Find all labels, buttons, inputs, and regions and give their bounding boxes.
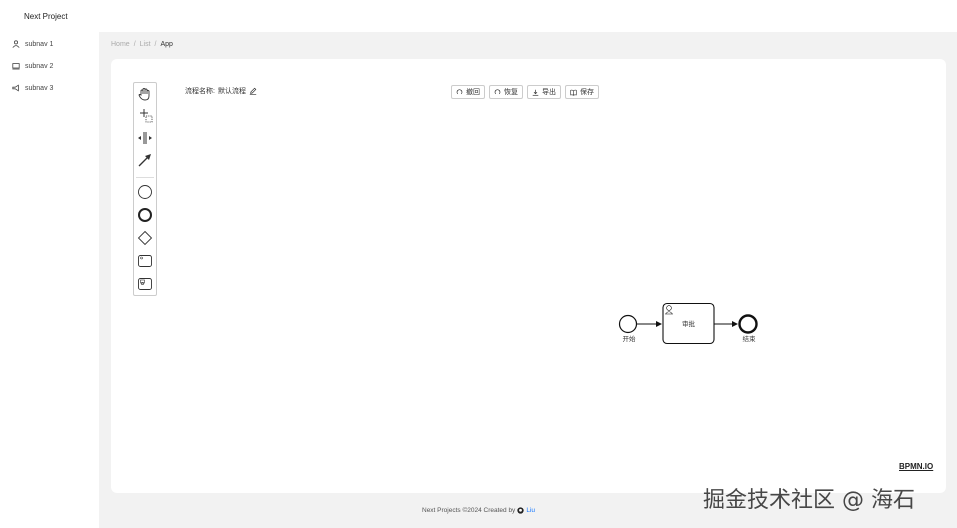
book-icon: [570, 89, 577, 96]
start-event-icon: [138, 185, 152, 199]
bpmn-diagram: 开始 审批 结束: [618, 302, 758, 345]
task-icon: [138, 255, 152, 267]
undo-icon: [456, 88, 463, 94]
laptop-icon: [12, 63, 20, 70]
process-name-label: 流程名称:: [185, 88, 215, 95]
breadcrumb-list[interactable]: List: [140, 41, 151, 48]
palette-divider: [136, 177, 154, 178]
user-task-label: 审批: [682, 319, 696, 328]
start-event[interactable]: [618, 314, 638, 334]
user-icon: [12, 40, 20, 48]
connect-tool-icon: [138, 154, 151, 167]
save-button[interactable]: 保存: [565, 85, 599, 99]
sidebar-item-label: subnav 1: [25, 40, 54, 48]
modeler-canvas[interactable]: [111, 59, 946, 493]
notification-icon: [12, 84, 19, 92]
create-start-event[interactable]: [136, 183, 154, 201]
process-name: 流程名称: 默认流程: [185, 86, 257, 96]
download-icon: [532, 89, 539, 96]
lasso-tool-icon: [140, 109, 153, 123]
lasso-tool[interactable]: [136, 107, 154, 125]
sidebar: subnav 1 subnav 2 subnav 3: [0, 32, 99, 528]
end-event-icon: [138, 208, 152, 222]
sidebar-item-label: subnav 2: [25, 62, 54, 70]
create-end-event[interactable]: [136, 206, 154, 224]
sidebar-item-subnav-1[interactable]: subnav 1: [12, 37, 53, 51]
space-tool[interactable]: [136, 129, 154, 147]
toolbar: 撤回 恢复 导出 保存: [451, 85, 599, 99]
hand-tool[interactable]: [136, 85, 154, 103]
redo-label: 恢复: [504, 89, 518, 96]
create-task[interactable]: [136, 252, 154, 270]
footer-text: Next Projects ©2024 Created by: [422, 507, 516, 514]
space-tool-icon: [138, 132, 152, 144]
github-icon: [517, 507, 524, 514]
breadcrumb-current: App: [160, 41, 173, 48]
gateway-icon: [137, 230, 153, 246]
footer-author-link[interactable]: Liu: [526, 507, 535, 514]
breadcrumb-separator: /: [133, 41, 136, 48]
sidebar-item-subnav-2[interactable]: subnav 2: [12, 59, 53, 73]
redo-button[interactable]: 恢复: [489, 85, 523, 99]
undo-label: 撤回: [466, 89, 480, 96]
export-button[interactable]: 导出: [527, 85, 561, 99]
app-logo[interactable]: Next Project: [24, 12, 68, 21]
start-event-label: 开始: [623, 334, 637, 343]
export-label: 导出: [542, 89, 556, 96]
sidebar-item-subnav-3[interactable]: subnav 3: [12, 81, 53, 95]
watermark: 掘金技术社区 @ 海石: [703, 488, 915, 513]
subprocess-icon: [138, 278, 152, 290]
sidebar-item-label: subnav 3: [25, 84, 54, 92]
connect-tool[interactable]: [136, 151, 154, 169]
create-gateway[interactable]: [136, 229, 154, 247]
end-event-label: 结束: [743, 334, 757, 343]
save-label: 保存: [580, 89, 594, 96]
breadcrumb-home[interactable]: Home: [111, 41, 130, 48]
tool-palette: [133, 82, 157, 296]
breadcrumb-separator: /: [154, 41, 157, 48]
hand-tool-icon: [138, 88, 150, 101]
breadcrumb: Home / List / App: [111, 41, 173, 48]
process-name-value: 默认流程: [217, 88, 246, 95]
undo-button[interactable]: 撤回: [451, 85, 485, 99]
edit-icon[interactable]: [249, 87, 257, 95]
create-subprocess[interactable]: [136, 275, 154, 293]
end-event[interactable]: [738, 314, 758, 334]
bpmn-io-logo[interactable]: BPMN.IO: [899, 462, 933, 471]
redo-icon: [494, 88, 501, 94]
